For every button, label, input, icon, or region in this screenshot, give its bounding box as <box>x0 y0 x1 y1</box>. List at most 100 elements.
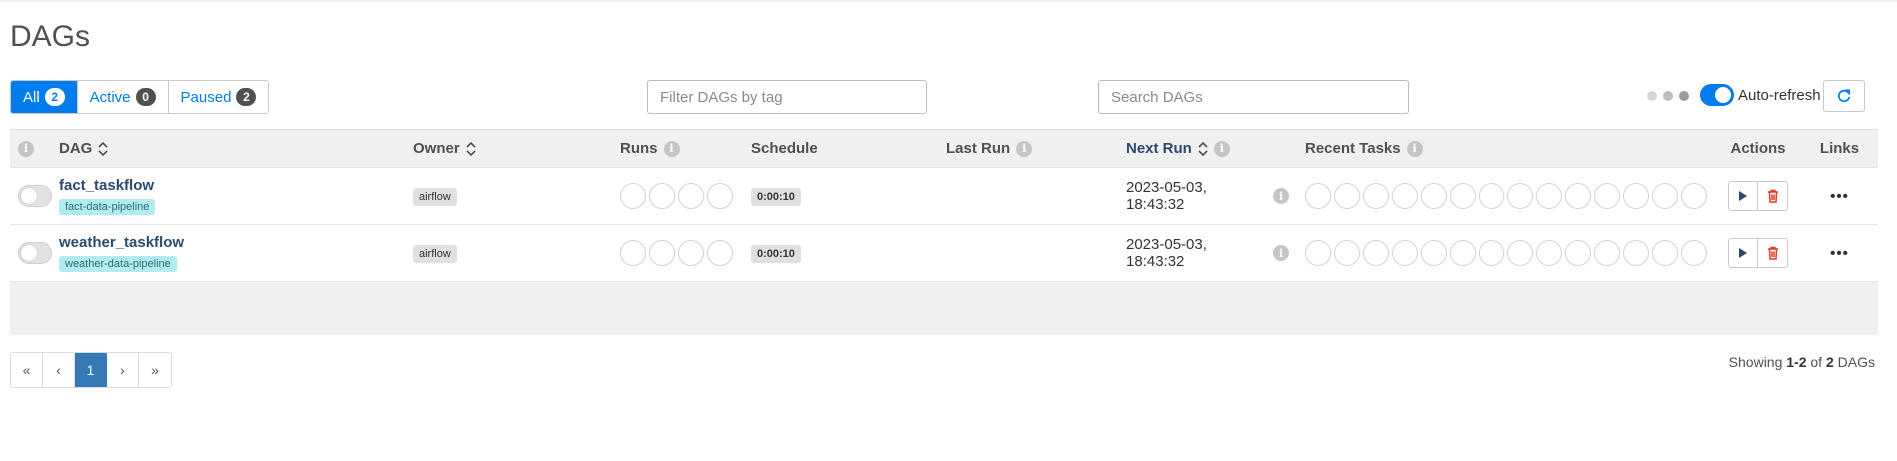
task-state-circle[interactable] <box>1652 183 1678 209</box>
refresh-button[interactable] <box>1823 80 1865 112</box>
header-next-run[interactable]: Next Run i <box>1118 129 1297 168</box>
pagination-first[interactable]: « <box>11 353 43 387</box>
status-filter-paused-label: Paused <box>180 88 232 106</box>
task-state-circle[interactable] <box>1420 183 1447 209</box>
runs-cell <box>612 225 743 282</box>
run-state-circle[interactable] <box>649 183 675 209</box>
header-dag[interactable]: DAG <box>51 129 405 168</box>
auto-refresh-label: Auto-refresh <box>1738 86 1821 104</box>
tag-filter-input[interactable] <box>647 80 927 114</box>
info-icon[interactable]: i <box>1273 188 1289 204</box>
table-row: weather_taskflow weather-data-pipeline a… <box>10 225 1878 282</box>
dag-tag[interactable]: weather-data-pipeline <box>59 256 177 272</box>
run-state-circle[interactable] <box>649 240 675 266</box>
info-icon[interactable]: i <box>1406 140 1423 157</box>
header-owner-label: Owner <box>413 140 460 157</box>
header-links-label: Links <box>1819 140 1860 157</box>
info-icon[interactable]: i <box>18 140 34 157</box>
trash-icon <box>1767 246 1778 260</box>
task-state-circle[interactable] <box>1594 240 1621 266</box>
task-state-circle[interactable] <box>1507 240 1534 266</box>
trigger-dag-button[interactable] <box>1728 238 1758 268</box>
info-icon[interactable]: i <box>663 140 680 157</box>
pagination-last[interactable]: » <box>139 353 171 387</box>
pagination: « ‹ 1 › » <box>10 352 172 388</box>
actions-cell <box>1715 168 1801 225</box>
pagination-prev[interactable]: ‹ <box>43 353 75 387</box>
task-state-circle[interactable] <box>1305 183 1331 209</box>
task-state-circle[interactable] <box>1449 240 1476 266</box>
dag-pause-toggle[interactable] <box>18 185 52 207</box>
status-filter-active[interactable]: Active 0 <box>77 81 169 113</box>
run-state-circle[interactable] <box>678 240 704 266</box>
empty-cell <box>10 282 1878 335</box>
status-filter-all[interactable]: All 2 <box>11 81 78 113</box>
task-state-circle[interactable] <box>1623 183 1650 209</box>
header-recent-tasks-label: Recent Tasks <box>1305 140 1401 157</box>
owner-badge[interactable]: airflow <box>413 187 457 206</box>
header-owner[interactable]: Owner <box>405 129 612 168</box>
run-state-circle[interactable] <box>620 240 646 266</box>
task-state-circle[interactable] <box>1362 183 1389 209</box>
run-state-circle[interactable] <box>620 183 646 209</box>
owner-cell: airflow <box>405 168 612 225</box>
links-menu-icon[interactable]: ••• <box>1830 245 1849 262</box>
trigger-dag-button[interactable] <box>1728 181 1758 211</box>
schedule-badge: 0:00:10 <box>751 187 801 206</box>
status-filter-paused[interactable]: Paused 2 <box>168 81 269 113</box>
task-state-circle[interactable] <box>1652 240 1678 266</box>
run-state-circle[interactable] <box>707 240 733 266</box>
search-dags-input[interactable] <box>1098 80 1409 114</box>
dag-link[interactable]: fact_taskflow <box>59 177 397 194</box>
last-run-cell <box>938 225 1118 282</box>
header-schedule-label: Schedule <box>751 140 818 157</box>
links-menu-icon[interactable]: ••• <box>1830 188 1849 205</box>
sort-icon <box>466 141 476 157</box>
header-dag-label: DAG <box>59 140 93 157</box>
task-state-circle[interactable] <box>1507 183 1534 209</box>
owner-cell: airflow <box>405 225 612 282</box>
task-state-circle[interactable] <box>1333 183 1360 209</box>
dag-tag[interactable]: fact-data-pipeline <box>59 199 156 215</box>
task-state-circle[interactable] <box>1305 240 1331 266</box>
task-state-circle[interactable] <box>1536 183 1563 209</box>
task-state-circle[interactable] <box>1536 240 1563 266</box>
pagination-next[interactable]: › <box>107 353 139 387</box>
links-cell: ••• <box>1801 168 1878 225</box>
loading-dot <box>1647 91 1657 101</box>
header-runs: Runs i <box>612 129 743 168</box>
task-state-circle[interactable] <box>1391 183 1418 209</box>
delete-dag-button[interactable] <box>1758 238 1788 268</box>
schedule-cell: 0:00:10 <box>743 225 938 282</box>
task-state-circle[interactable] <box>1478 183 1505 209</box>
info-icon[interactable]: i <box>1016 140 1033 157</box>
run-state-circle[interactable] <box>678 183 704 209</box>
auto-refresh-toggle[interactable] <box>1700 84 1734 106</box>
task-state-circle[interactable] <box>1594 183 1621 209</box>
owner-badge[interactable]: airflow <box>413 244 457 263</box>
task-state-circle[interactable] <box>1565 183 1592 209</box>
recent-tasks-cell <box>1297 225 1715 282</box>
pagination-page-current[interactable]: 1 <box>75 353 107 387</box>
task-state-circle[interactable] <box>1680 240 1707 266</box>
status-filter-group: All 2 Active 0 Paused 2 <box>10 80 270 114</box>
dag-cell: weather_taskflow weather-data-pipeline <box>51 225 405 282</box>
dag-pause-toggle[interactable] <box>18 242 52 264</box>
showing-prefix: Showing <box>1728 354 1783 370</box>
run-state-circle[interactable] <box>707 183 733 209</box>
task-state-circle[interactable] <box>1362 240 1389 266</box>
task-state-circle[interactable] <box>1449 183 1476 209</box>
task-state-circle[interactable] <box>1565 240 1592 266</box>
table-empty-area <box>10 281 1878 335</box>
dag-link[interactable]: weather_taskflow <box>59 234 397 251</box>
task-state-circle[interactable] <box>1680 183 1707 209</box>
status-filter-active-count: 0 <box>135 88 156 106</box>
task-state-circle[interactable] <box>1391 240 1418 266</box>
delete-dag-button[interactable] <box>1758 181 1788 211</box>
info-icon[interactable]: i <box>1213 140 1230 157</box>
info-icon[interactable]: i <box>1273 245 1289 261</box>
task-state-circle[interactable] <box>1333 240 1360 266</box>
task-state-circle[interactable] <box>1478 240 1505 266</box>
task-state-circle[interactable] <box>1420 240 1447 266</box>
task-state-circle[interactable] <box>1623 240 1650 266</box>
